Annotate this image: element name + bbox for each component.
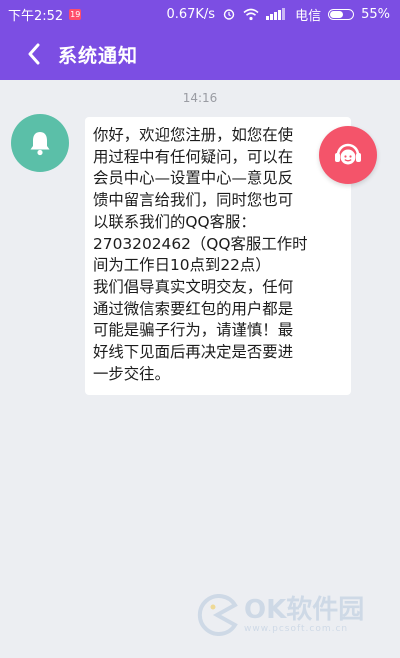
headset-icon — [335, 143, 361, 165]
watermark-text: OK软件园 www.pcsoft.com.cn — [244, 596, 364, 634]
pacman-logo-icon — [197, 594, 238, 636]
watermark-brand: OK软件园 — [244, 595, 365, 625]
status-left: 下午2:52 19 — [8, 5, 82, 24]
watermark: OK软件园 www.pcsoft.com.cn — [196, 594, 364, 636]
message-timestamp: 14:16 — [182, 91, 218, 105]
wifi-icon — [243, 8, 259, 21]
bell-icon — [30, 132, 50, 156]
alarm-icon — [222, 7, 236, 21]
battery-percent: 55% — [361, 6, 390, 22]
customer-service-button[interactable] — [319, 126, 377, 184]
app-bar: 系统通知 — [0, 28, 400, 80]
battery-level — [330, 10, 344, 18]
battery-icon — [328, 8, 355, 20]
notification-badge: 19 — [69, 8, 82, 20]
network-speed: 0.67K/s — [166, 6, 216, 22]
status-bar: 下午2:52 19 0.67K/s 电信 55% — [0, 0, 400, 28]
avatar — [11, 114, 69, 172]
status-time: 下午2:52 — [8, 8, 64, 24]
signal-icon — [266, 8, 288, 20]
chevron-left-icon — [28, 43, 40, 65]
status-right: 0.67K/s 电信 55% — [166, 5, 390, 24]
watermark-url: www.pcsoft.com.cn — [244, 624, 349, 634]
page-title: 系统通知 — [58, 44, 139, 67]
back-button[interactable] — [12, 28, 56, 80]
carrier-name: 电信 — [295, 8, 322, 24]
message-bubble: 你好，欢迎您注册，如您在使 用过程中有任何疑问，可以在 会员中心—设置中心—意见… — [85, 117, 351, 396]
